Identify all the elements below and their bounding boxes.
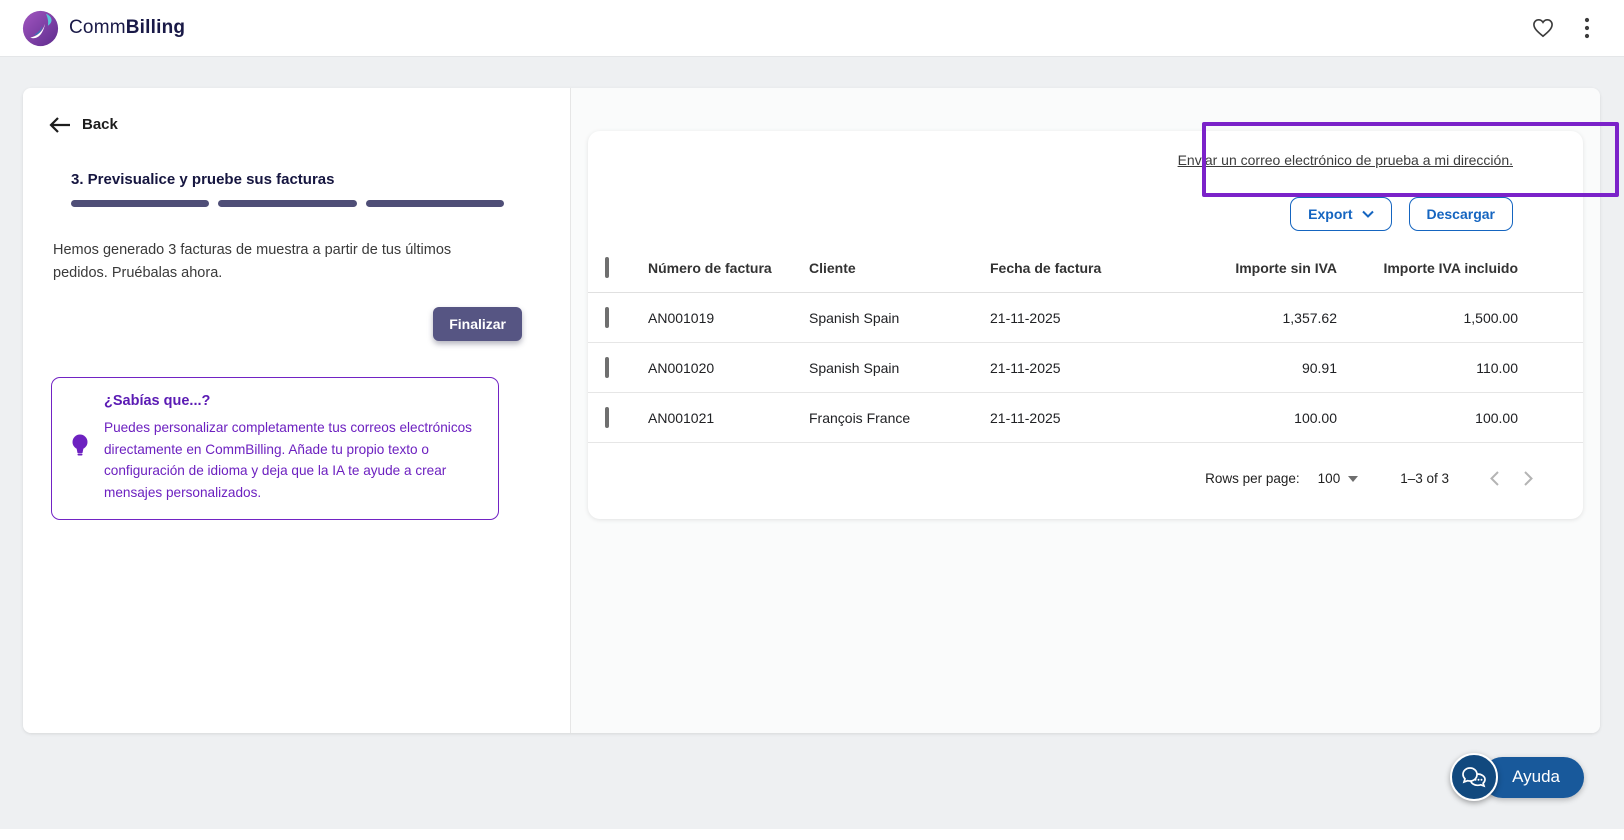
cell-amount-ex-vat: 1,357.62 <box>1170 310 1337 326</box>
arrow-left-icon <box>49 117 70 133</box>
favorite-button[interactable] <box>1532 18 1554 38</box>
wizard-description: Hemos generado 3 facturas de muestra a p… <box>53 239 493 285</box>
chevron-right-icon <box>1524 471 1533 486</box>
column-header-client: Cliente <box>809 260 990 276</box>
column-header-amount-ex-vat: Importe sin IVA <box>1170 260 1337 276</box>
kebab-menu-icon <box>1584 17 1590 39</box>
cell-client: Spanish Spain <box>809 310 990 326</box>
export-label: Export <box>1308 206 1352 222</box>
dropdown-arrow-icon <box>1348 476 1358 482</box>
brand-name: CommBilling <box>69 17 185 39</box>
invoice-panel: Enviar un correo electrónico de prueba a… <box>571 88 1600 733</box>
row-checkbox[interactable] <box>605 407 609 428</box>
progress-segment-1 <box>71 200 209 207</box>
brand: CommBilling <box>22 10 185 47</box>
cell-client: François France <box>809 410 990 426</box>
chevron-down-icon <box>1362 210 1374 218</box>
next-page-button[interactable] <box>1511 462 1545 496</box>
top-bar: CommBilling <box>0 0 1624 57</box>
cell-amount-ex-vat: 90.91 <box>1170 360 1337 376</box>
tip-title: ¿Sabías que...? <box>104 393 480 409</box>
progress-bar <box>71 200 504 207</box>
main-panel: Back 3. Previsualice y pruebe sus factur… <box>23 88 1600 733</box>
overflow-menu-button[interactable] <box>1584 17 1590 39</box>
table-row: AN001020 Spanish Spain 21-11-2025 90.91 … <box>588 343 1583 393</box>
cell-client: Spanish Spain <box>809 360 990 376</box>
export-button[interactable]: Export <box>1290 197 1391 231</box>
rows-per-page-value: 100 <box>1318 471 1341 486</box>
column-header-amount-inc-vat: Importe IVA incluido <box>1337 260 1518 276</box>
table-row: AN001019 Spanish Spain 21-11-2025 1,357.… <box>588 293 1583 343</box>
table-header-row: Número de factura Cliente Fecha de factu… <box>588 244 1583 293</box>
cell-invoice-number: AN001019 <box>648 310 809 326</box>
row-checkbox[interactable] <box>605 307 609 328</box>
tip-card: ¿Sabías que...? Puedes personalizar comp… <box>51 377 499 520</box>
chat-icon <box>1450 753 1498 801</box>
cell-amount-inc-vat: 1,500.00 <box>1337 310 1518 326</box>
cell-invoice-number: AN001020 <box>648 360 809 376</box>
download-button[interactable]: Descargar <box>1409 197 1514 231</box>
chevron-left-icon <box>1490 471 1499 486</box>
rows-per-page-label: Rows per page: <box>1205 471 1300 486</box>
table-actions: Export Descargar <box>1290 197 1513 231</box>
cell-amount-inc-vat: 110.00 <box>1337 360 1518 376</box>
finalize-button[interactable]: Finalizar <box>433 307 522 341</box>
brand-logo-icon <box>22 10 59 47</box>
column-header-invoice-number: Número de factura <box>648 260 809 276</box>
download-label: Descargar <box>1427 206 1496 222</box>
tip-body: Puedes personalizar completamente tus co… <box>104 417 480 503</box>
select-all-checkbox[interactable] <box>605 257 609 278</box>
tip-texts: ¿Sabías que...? Puedes personalizar comp… <box>104 393 480 503</box>
row-checkbox[interactable] <box>605 357 609 378</box>
lightbulb-icon <box>70 433 90 464</box>
invoice-card-top: Enviar un correo electrónico de prueba a… <box>588 131 1583 231</box>
table-footer: Rows per page: 100 1–3 of 3 <box>588 443 1583 514</box>
page: CommBilling Back 3. <box>0 0 1624 840</box>
cell-invoice-date: 21-11-2025 <box>990 410 1170 426</box>
help-button[interactable]: Ayuda <box>1450 753 1584 801</box>
topbar-actions <box>1532 17 1602 39</box>
progress-segment-2 <box>218 200 356 207</box>
column-header-invoice-date: Fecha de factura <box>990 260 1170 276</box>
progress-segment-3 <box>366 200 504 207</box>
send-test-email-link[interactable]: Enviar un correo electrónico de prueba a… <box>1178 152 1513 168</box>
cell-amount-inc-vat: 100.00 <box>1337 410 1518 426</box>
cell-invoice-date: 21-11-2025 <box>990 360 1170 376</box>
step-title: 3. Previsualice y pruebe sus facturas <box>71 171 544 188</box>
bottom-strip <box>0 829 1624 840</box>
rows-per-page-select[interactable]: 100 <box>1318 471 1359 486</box>
table-row: AN001021 François France 21-11-2025 100.… <box>588 393 1583 443</box>
wizard-card: Back 3. Previsualice y pruebe sus factur… <box>23 88 571 733</box>
cell-invoice-date: 21-11-2025 <box>990 310 1170 326</box>
invoice-card: Enviar un correo electrónico de prueba a… <box>588 131 1583 519</box>
cell-amount-ex-vat: 100.00 <box>1170 410 1337 426</box>
finalize-row: Finalizar <box>49 307 522 341</box>
pagination-range: 1–3 of 3 <box>1400 471 1449 486</box>
previous-page-button[interactable] <box>1477 462 1511 496</box>
heart-icon <box>1532 18 1554 38</box>
back-label: Back <box>82 116 118 133</box>
cell-invoice-number: AN001021 <box>648 410 809 426</box>
back-button[interactable]: Back <box>49 116 118 133</box>
